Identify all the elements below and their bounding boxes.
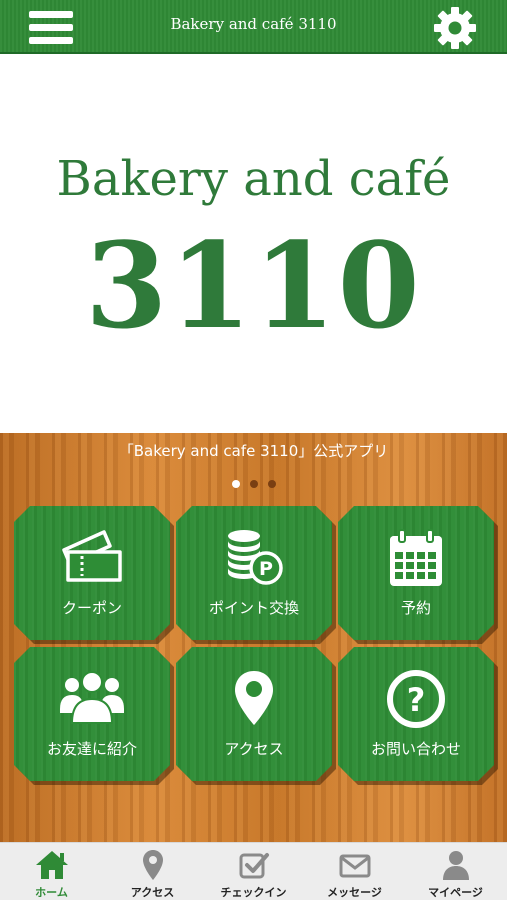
carousel-dot-2[interactable] [249,480,258,488]
inquiry-tile[interactable]: ? お問い合わせ [338,647,494,781]
tile-label-inquiry: お問い合わせ [370,740,461,758]
banner-text: 「Bakery and cafe 3110」公式アプリ [118,442,389,460]
logo-area: Bakery and café 3110 [0,56,507,433]
tab-label-home: ホーム [35,886,68,899]
user-icon [442,851,469,880]
point-exchange-tile[interactable]: P ポイント交換 [176,506,332,640]
tile-label-point-exchange: ポイント交換 [208,599,299,617]
question-circle-icon: ? [386,669,446,729]
access-tile[interactable]: アクセス [176,647,332,781]
coins-point-icon: P [222,528,286,588]
users-group-icon [60,669,124,725]
carousel-dot-3[interactable] [267,480,276,488]
menu-panel: 「Bakery and cafe 3110」公式アプリ クーポン P ポイント交… [0,433,507,842]
home-icon [35,851,68,879]
map-pin-icon [232,669,276,727]
tab-message[interactable]: メッセージ [304,843,405,900]
tab-label-checkin: チェックイン [220,886,287,899]
tab-label-message: メッセージ [327,886,382,899]
tile-label-access: アクセス [224,740,284,758]
tab-mypage[interactable]: マイページ [405,843,506,900]
coupon-tile[interactable]: クーポン [14,506,170,640]
carousel-dot-1[interactable] [231,480,240,488]
logo-text-line1: Bakery and café [56,151,451,207]
tab-label-access: アクセス [130,886,175,899]
logo-text-line2: 3110 [85,216,422,355]
header-title: Bakery and café 3110 [170,15,337,33]
reservation-tile[interactable]: 予約 [338,506,494,640]
svg-text:P: P [259,558,273,580]
tab-label-mypage: マイページ [428,886,483,899]
tile-label-coupon: クーポン [61,599,122,617]
tile-label-reservation: 予約 [400,599,431,617]
invite-friends-tile[interactable]: お友達に紹介 [14,647,170,781]
tile-label-invite-friends: お友達に紹介 [46,740,137,758]
envelope-icon [339,854,370,878]
checkbox-icon [239,853,269,879]
carousel-dots [0,473,507,492]
app-header: Bakery and café 3110 [0,0,507,54]
calendar-icon [387,528,445,588]
bottom-tab-bar: ホーム アクセス チェックイン メッセージ マイページ [0,842,507,900]
gear-icon[interactable] [433,6,477,50]
ticket-icon [60,528,124,584]
tab-checkin[interactable]: チェックイン [203,843,304,900]
tab-home[interactable]: ホーム [1,843,102,900]
tab-access[interactable]: アクセス [102,843,203,900]
map-pin-icon [142,850,163,880]
svg-text:?: ? [407,681,426,719]
